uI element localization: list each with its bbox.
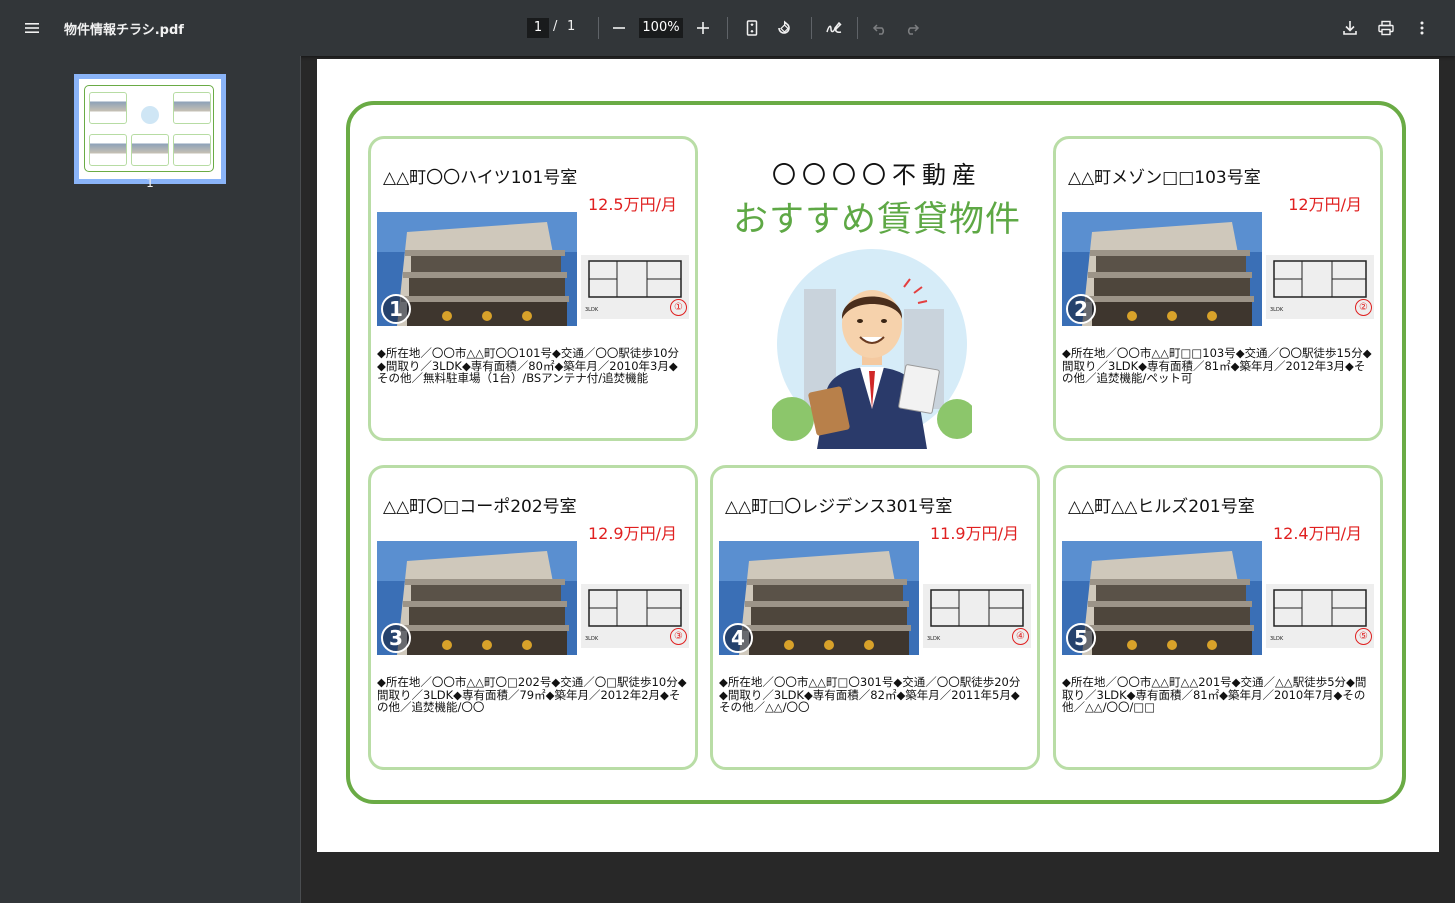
thumbnail-card [173,92,211,124]
floor-plan: 3LDK ① [581,255,689,319]
zoom-input[interactable]: 100% [639,18,683,38]
floor-plan-number: ② [1355,299,1372,316]
agent-illustration [770,249,977,449]
pdf-toolbar: 物件情報チラシ.pdf 1 / 1 100% [0,0,1455,56]
floor-plan-number: ③ [670,628,687,645]
document-title: 物件情報チラシ.pdf [64,23,184,38]
thumbnail-agent [141,106,159,124]
print-button[interactable] [1370,12,1402,44]
photo-number-badge: 5 [1066,623,1096,653]
redo-icon [907,24,920,35]
photo-number-badge: 3 [381,623,411,653]
floor-plan: 3LDK ⑤ [1266,584,1374,648]
more-options-icon[interactable] [1406,12,1438,44]
property-title: △△町△△ヒルズ201号室 [1068,497,1255,517]
property-price: 12万円/月 [1288,195,1362,214]
thumbnail-preview [79,79,221,179]
rotate-icon [778,20,790,34]
property-card: △△町メゾン□□103号室 12万円/月 2 3LDK ② ◆所在地／〇〇市△△… [1053,136,1383,441]
flyer-headline: おすすめ賃貸物件 [732,200,1021,240]
floor-plan: 3LDK ④ [923,584,1031,648]
total-pages: 1 [567,19,576,34]
property-price: 11.9万円/月 [929,524,1019,543]
download-button[interactable] [1334,12,1366,44]
thumbnail-card [89,134,127,166]
toolbar-divider [727,17,728,39]
fit-to-page-button[interactable] [736,12,768,44]
zoom-out-button[interactable] [603,12,635,44]
property-description: ◆所在地／〇〇市△△町△△201号◆交通／△△駅徒歩5分◆間取り／3LDK◆専有… [1062,675,1367,714]
page-thumbnail[interactable] [74,74,226,184]
property-card: △△町△△ヒルズ201号室 12.4万円/月 5 3LDK ⑤ ◆所在地／〇〇市… [1053,465,1383,770]
photo-number-badge: 2 [1066,294,1096,324]
floor-plan-label: 3LDK [1270,307,1284,313]
property-title: △△町メゾン□□103号室 [1068,168,1261,188]
draw-icon [826,21,842,33]
menu-icon[interactable] [16,12,48,44]
building-photo: 3 [377,541,577,655]
floor-plan-label: 3LDK [585,307,599,313]
property-card: △△町〇□コーポ202号室 12.9万円/月 3 3LDK ③ ◆所在地／〇〇市… [368,465,698,770]
rotate-button[interactable] [768,12,800,44]
property-title: △△町〇□コーポ202号室 [383,497,577,517]
toolbar-divider [811,17,812,39]
property-card: △△町〇〇ハイツ101号室 12.5万円/月 1 3LDK ① ◆所在地／〇〇市… [368,136,698,441]
minus-icon [613,27,625,29]
floor-plan: 3LDK ② [1266,255,1374,319]
property-description: ◆所在地／〇〇市△△町□〇301号◆交通／〇〇駅徒歩20分◆間取り／3LDK◆専… [719,675,1021,714]
zoom-in-button[interactable] [687,12,719,44]
print-icon [1378,20,1394,36]
building-photo: 1 [377,212,577,326]
annotate-button[interactable] [818,12,850,44]
property-title: △△町〇〇ハイツ101号室 [383,168,578,188]
undo-button[interactable] [864,12,896,44]
toolbar-divider [598,17,599,39]
property-description: ◆所在地／〇〇市△△町〇〇101号◆交通／〇〇駅徒歩10分◆間取り／3LDK◆専… [377,346,679,385]
thumbnail-card [173,134,211,166]
plus-icon [697,22,709,34]
building-photo: 4 [719,541,919,655]
thumbnail-page-label: 1 [146,176,154,190]
thumbnail-card [89,92,127,124]
building-photo: 5 [1062,541,1262,655]
property-description: ◆所在地／〇〇市△△町□□103号◆交通／〇〇駅徒歩15分◆間取り／3LDK◆専… [1062,346,1372,385]
property-title: △△町□〇レジデンス301号室 [725,497,953,517]
company-name: 〇〇〇〇不動産 [772,161,982,189]
property-description: ◆所在地／〇〇市△△町〇□202号◆交通／〇□駅徒歩10分◆間取り／3LDK◆専… [377,675,687,714]
toolbar-divider [857,17,858,39]
floor-plan-number: ⑤ [1355,628,1372,645]
floor-plan-number: ④ [1012,628,1029,645]
property-price: 12.5万円/月 [587,195,677,214]
photo-number-badge: 4 [723,623,753,653]
photo-number-badge: 1 [381,294,411,324]
thumbnail-sidebar: 1 [0,56,301,903]
floor-plan-label: 3LDK [1270,636,1284,642]
flyer-header: 〇〇〇〇不動産 おすすめ賃貸物件 [712,149,1042,449]
pdf-page: 〇〇〇〇不動産 おすすめ賃貸物件 △△町〇〇ハイツ101号室 12.5万円/月 … [317,59,1439,852]
property-price: 12.4万円/月 [1272,524,1362,543]
undo-icon [872,24,885,35]
floor-plan: 3LDK ③ [581,584,689,648]
redo-button[interactable] [896,12,928,44]
floor-plan-number: ① [670,299,687,316]
property-price: 12.9万円/月 [587,524,677,543]
fit-page-icon [746,20,758,36]
download-icon [1343,21,1357,35]
property-card: △△町□〇レジデンス301号室 11.9万円/月 4 3LDK ④ ◆所在地／〇… [710,465,1040,770]
floor-plan-label: 3LDK [585,636,599,642]
page-separator: / [553,19,558,34]
page-number-input[interactable]: 1 [527,18,549,38]
thumbnail-card [131,134,169,166]
building-photo: 2 [1062,212,1262,326]
floor-plan-label: 3LDK [927,636,941,642]
